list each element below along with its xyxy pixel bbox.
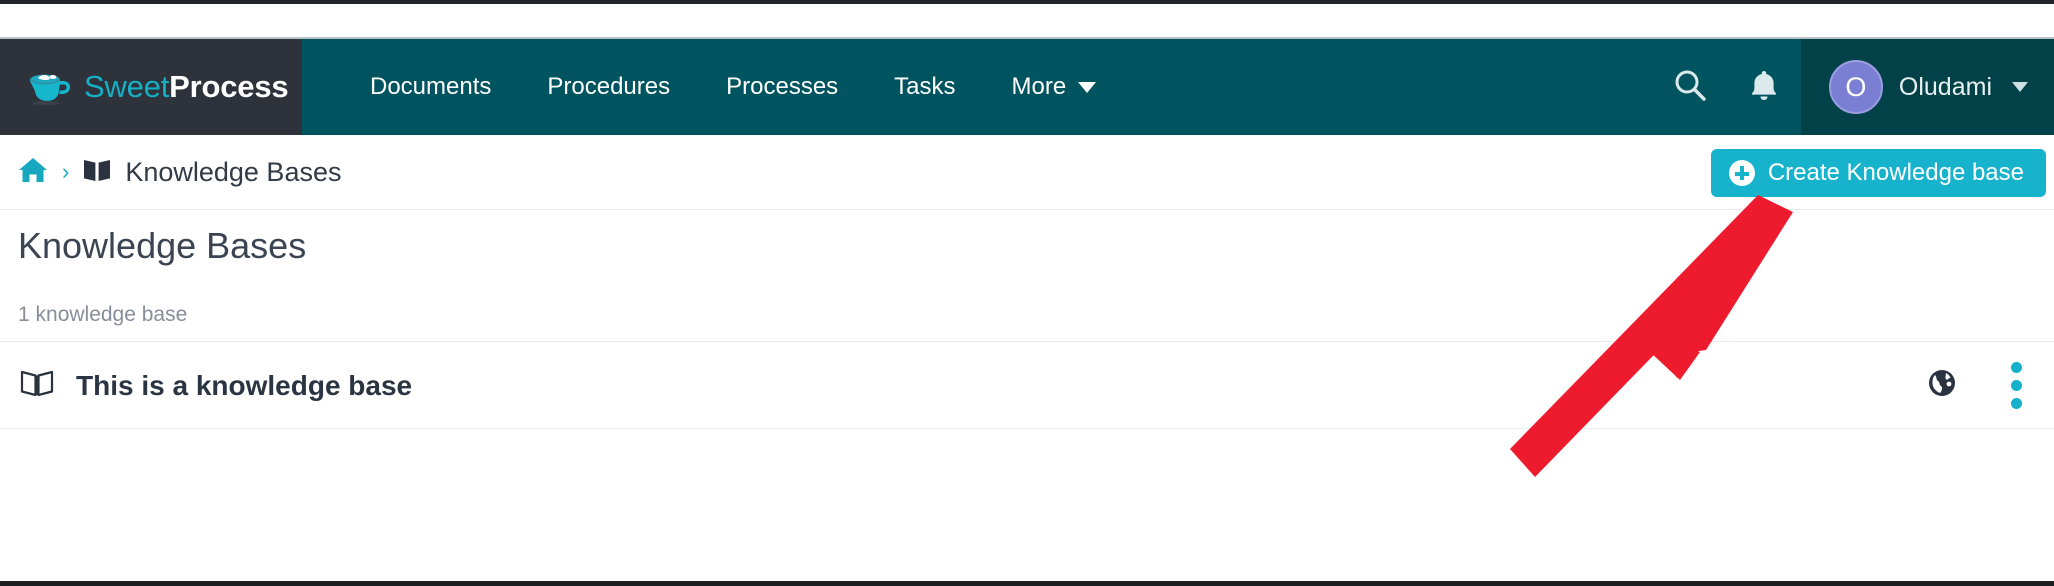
table-row[interactable]: This is a knowledge base <box>0 343 2054 429</box>
open-book-icon <box>20 368 54 403</box>
row-actions <box>1927 356 2054 415</box>
kebab-menu-icon[interactable] <box>2005 356 2028 415</box>
brand-name-second: Process <box>169 69 289 104</box>
avatar: O <box>1828 60 1883 114</box>
page-title: Knowledge Bases <box>18 225 307 266</box>
nav-item-documents[interactable]: Documents <box>342 39 519 135</box>
user-name: Oludami <box>1898 72 1992 101</box>
nav-right-cluster: O Oludami <box>1653 39 2054 135</box>
brand-logo[interactable]: SweetProcess <box>0 39 302 135</box>
chevron-down-icon <box>2012 82 2028 92</box>
breadcrumb: › Knowledge Bases <box>0 156 341 189</box>
breadcrumb-separator: › <box>62 159 70 184</box>
nav-item-procedures[interactable]: Procedures <box>519 39 698 135</box>
notifications-button[interactable] <box>1727 39 1801 135</box>
create-knowledge-base-label: Create Knowledge base <box>1767 159 2024 186</box>
nav-item-more-label: More <box>1011 73 1067 100</box>
browser-chrome-strip <box>0 4 2054 37</box>
count-row <box>0 300 2054 342</box>
coffee-cup-icon <box>26 67 72 107</box>
user-menu[interactable]: O Oludami <box>1800 39 2054 135</box>
search-icon <box>1673 68 1707 107</box>
search-button[interactable] <box>1653 39 1727 135</box>
brand-wordmark: SweetProcess <box>84 69 289 105</box>
globe-icon[interactable] <box>1927 368 1957 403</box>
nav-item-more[interactable]: More <box>984 39 1125 135</box>
knowledge-base-name[interactable]: This is a knowledge base <box>76 370 412 402</box>
knowledge-base-count: 1 knowledge base <box>18 303 188 326</box>
home-icon[interactable] <box>18 156 48 189</box>
create-knowledge-base-button[interactable]: Create Knowledge base <box>1710 149 2046 197</box>
nav-item-processes[interactable]: Processes <box>698 39 866 135</box>
app-window: SweetProcess Documents Procedures Proces… <box>0 0 2054 586</box>
chevron-down-icon <box>1078 81 1097 93</box>
window-bottom-edge <box>0 581 2054 586</box>
knowledge-base-info: This is a knowledge base <box>0 368 412 403</box>
book-icon <box>83 158 111 187</box>
brand-name-first: Sweet <box>84 69 170 104</box>
bell-icon <box>1749 68 1779 107</box>
top-navigation-bar: SweetProcess Documents Procedures Proces… <box>0 39 2054 135</box>
nav-links: Documents Procedures Processes Tasks Mor… <box>302 39 1124 135</box>
breadcrumb-current: Knowledge Bases <box>125 156 342 187</box>
plus-circle-icon <box>1728 160 1755 186</box>
nav-item-tasks[interactable]: Tasks <box>866 39 983 135</box>
breadcrumb-bar: › Knowledge Bases Create Knowledge base <box>0 135 2054 210</box>
